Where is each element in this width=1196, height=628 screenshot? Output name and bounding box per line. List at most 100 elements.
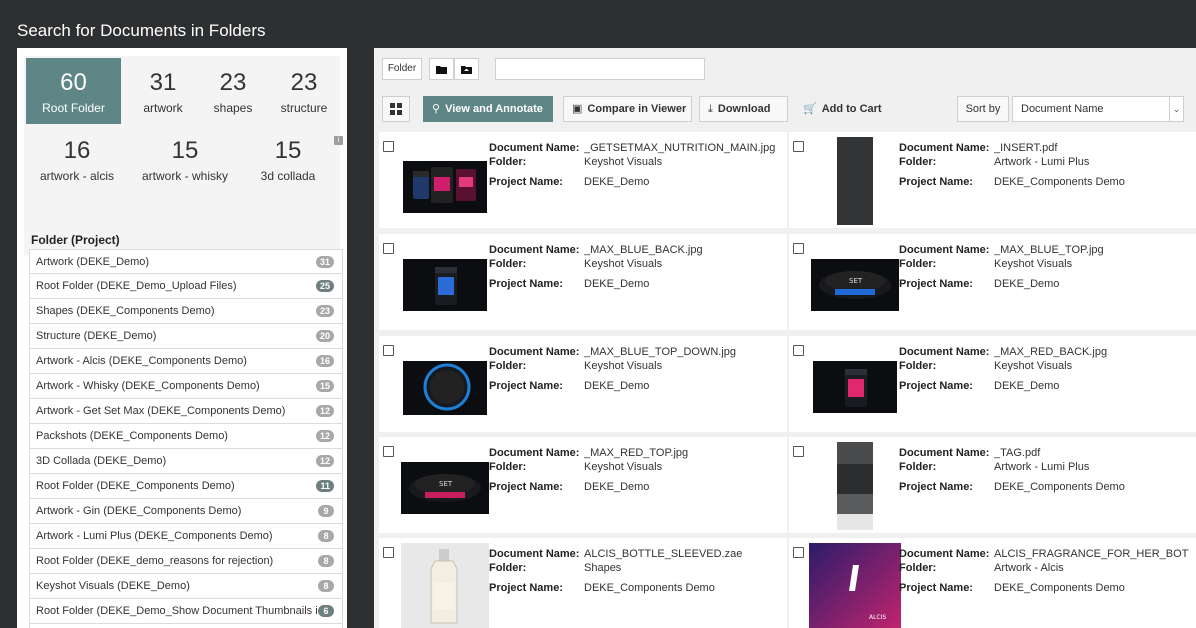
document-thumbnail[interactable] [399,341,491,429]
stat-label: shapes [213,101,253,115]
folder-name: Root Folder (DEKE_demo_reasons for rejec… [36,555,274,567]
folder-list-item[interactable]: Root Folder (DEKE_Components Demo) 11 [29,474,343,499]
select-checkbox[interactable] [793,141,804,152]
folder-name: Artwork (DEKE_Demo) [36,256,150,268]
folder-tab-label[interactable]: Folder [382,58,422,80]
grid-view-icon[interactable] [382,96,410,122]
folder-list-item[interactable]: Artwork - Whisky (DEKE_Components Demo) 1… [29,374,343,399]
project-label: Project Name: [899,380,973,392]
sort-label: Sort by [957,96,1009,122]
select-checkbox[interactable] [383,141,394,152]
document-thumbnail[interactable] [809,442,901,530]
folder-list-item[interactable]: Artwork - Get Set Max (DEKE_Components D… [29,399,343,424]
document-card[interactable]: Document Name: _MAX_BLUE_TOP_DOWN.jpg Fold… [379,336,787,432]
select-checkbox[interactable] [793,345,804,356]
folder-up-icon[interactable] [454,58,479,80]
document-card[interactable]: SET Document Name: _MAX_BLUE_TOP.jpg Folder… [789,234,1196,330]
select-checkbox[interactable] [793,547,804,558]
select-checkbox[interactable] [383,345,394,356]
document-thumbnail[interactable] [809,341,901,429]
folder-list-item[interactable]: Root Folder (DEKE_Demo_Upload Files) 25 [29,274,343,299]
download-button[interactable]: ⤓ Download [699,96,788,122]
document-thumbnail[interactable]: SET [399,442,491,530]
folder-path-input[interactable] [495,58,705,80]
folder-label: Folder: [489,461,527,473]
folder-count-badge: 8 [318,555,334,567]
sort-value: Document Name [1021,103,1104,115]
select-checkbox[interactable] [383,243,394,254]
document-card[interactable]: Document Name: _INSERT.pdf Folder: Artwork … [789,132,1196,228]
document-card[interactable]: Document Name: ALCIS_BOTTLE_SLEEVED.zae Fo… [379,538,787,628]
folder-count-badge: 15 [315,380,334,392]
folder-list-item[interactable]: Keyshot Visuals (DEKE_Demo) 8 [29,574,343,599]
doc-name-label: Document Name: [899,346,990,358]
select-checkbox[interactable] [383,547,394,558]
folder-label: Folder: [899,156,937,168]
folder-count-badge: 12 [315,430,334,442]
stat-artwork-alcis[interactable]: 16 artwork - alcis [24,136,130,202]
document-card[interactable]: ALCIS Document Name: ALCIS_FRAGRANCE_FOR_H… [789,538,1196,628]
doc-name-label: Document Name: [489,346,580,358]
folder-list-item[interactable]: Root Folder (DEKE_demo_reasons for rejec… [29,549,343,574]
document-card[interactable]: SET Document Name: _MAX_RED_TOP.jpg Folder:… [379,437,787,533]
document-thumbnail[interactable]: ALCIS [809,543,901,628]
document-thumbnail[interactable] [809,137,901,225]
folder-name: Artwork - Get Set Max (DEKE_Components D… [36,405,286,417]
folder-icon[interactable] [429,58,454,80]
document-meta: Document Name: _GETSETMAX_NUTRITION_MAIN.… [489,142,779,196]
folder-list-item[interactable]: Structure (DEKE_Demo) 20 [29,324,343,349]
download-icon: ⤓ [708,103,713,115]
document-meta: Document Name: _TAG.pdf Folder: Artwork - L… [899,447,1189,501]
stat-count: 23 [219,69,247,96]
stat-label: artwork [143,101,183,115]
doc-name-value: _MAX_BLUE_TOP_DOWN.jpg [584,346,737,358]
document-thumbnail[interactable] [399,543,491,628]
folder-count-badge: 23 [315,305,334,317]
folder-list-item[interactable]: Artwork - Gin (DEKE_Components Demo) 9 [29,499,343,524]
document-card[interactable]: Document Name: _MAX_BLUE_BACK.jpg Folder: K… [379,234,787,330]
folder-list-item[interactable]: Artwork - Get Set Sweets (DEKE_Component… [29,624,343,628]
document-thumbnail[interactable] [399,239,491,327]
doc-name-label: Document Name: [489,548,580,560]
chevron-down-icon: ⌄ [1169,97,1183,121]
folder-name: Packshots (DEKE_Components Demo) [36,430,228,442]
project-value: DEKE_Demo [994,380,1060,392]
folder-list-item[interactable]: 3D Collada (DEKE_Demo) 12 [29,449,343,474]
folder-label: Folder: [489,562,527,574]
stat-shapes[interactable]: 23 shapes [198,58,268,124]
stat-artwork-whisky[interactable]: 15 artwork - whisky [130,136,240,202]
select-checkbox[interactable] [793,243,804,254]
stat-count: 16 [63,137,91,164]
sort-select[interactable]: Document Name ⌄ [1012,96,1184,122]
view-annotate-button[interactable]: ⚲ View and Annotate [423,96,553,122]
add-to-cart-button[interactable]: 🛒 Add to Cart [794,96,890,122]
stat-root-folder[interactable]: 60 Root Folder [26,58,121,124]
folder-name: Keyshot Visuals (DEKE_Demo) [36,580,190,592]
stat-structure[interactable]: 23 structure [268,58,340,124]
stat-label: artwork - whisky [141,169,228,183]
document-thumbnail[interactable] [399,137,491,225]
folder-list-item[interactable]: Artwork - Lumi Plus (DEKE_Components Dem… [29,524,343,549]
document-card[interactable]: Document Name: _GETSETMAX_NUTRITION_MAIN.… [379,132,787,228]
folder-list-item[interactable]: Shapes (DEKE_Components Demo) 23 [29,299,343,324]
document-card[interactable]: Document Name: _MAX_RED_BACK.jpg Folder: Ke… [789,336,1196,432]
stat-label: artwork - alcis [39,169,114,183]
document-card[interactable]: Document Name: _TAG.pdf Folder: Artwork - L… [789,437,1196,533]
document-meta: Document Name: _MAX_BLUE_TOP_DOWN.jpg Fold… [489,346,779,400]
stat-artwork[interactable]: 31 artwork [128,58,198,124]
folder-name: Artwork - Whisky (DEKE_Components Demo) [36,380,260,392]
info-icon[interactable]: i [334,136,343,145]
stat-3d-collada[interactable]: 15 3d collada [240,136,336,202]
folder-list-item[interactable]: Artwork (DEKE_Demo) 31 [29,249,343,274]
select-checkbox[interactable] [793,446,804,457]
document-meta: Document Name: _MAX_RED_TOP.jpg Folder: Key… [489,447,779,501]
folder-list-item[interactable]: Root Folder (DEKE_Demo_Show Document Thu… [29,599,343,624]
compare-button[interactable]: ▣ Compare in Viewer [563,96,692,122]
folder-list-item[interactable]: Packshots (DEKE_Components Demo) 12 [29,424,343,449]
document-thumbnail[interactable]: SET [809,239,901,327]
folder-list-item[interactable]: Artwork - Alcis (DEKE_Components Demo) 16 [29,349,343,374]
folder-label: Folder: [899,562,937,574]
doc-name-label: Document Name: [899,244,990,256]
select-checkbox[interactable] [383,446,394,457]
folder-name: Artwork - Gin (DEKE_Components Demo) [36,505,242,517]
